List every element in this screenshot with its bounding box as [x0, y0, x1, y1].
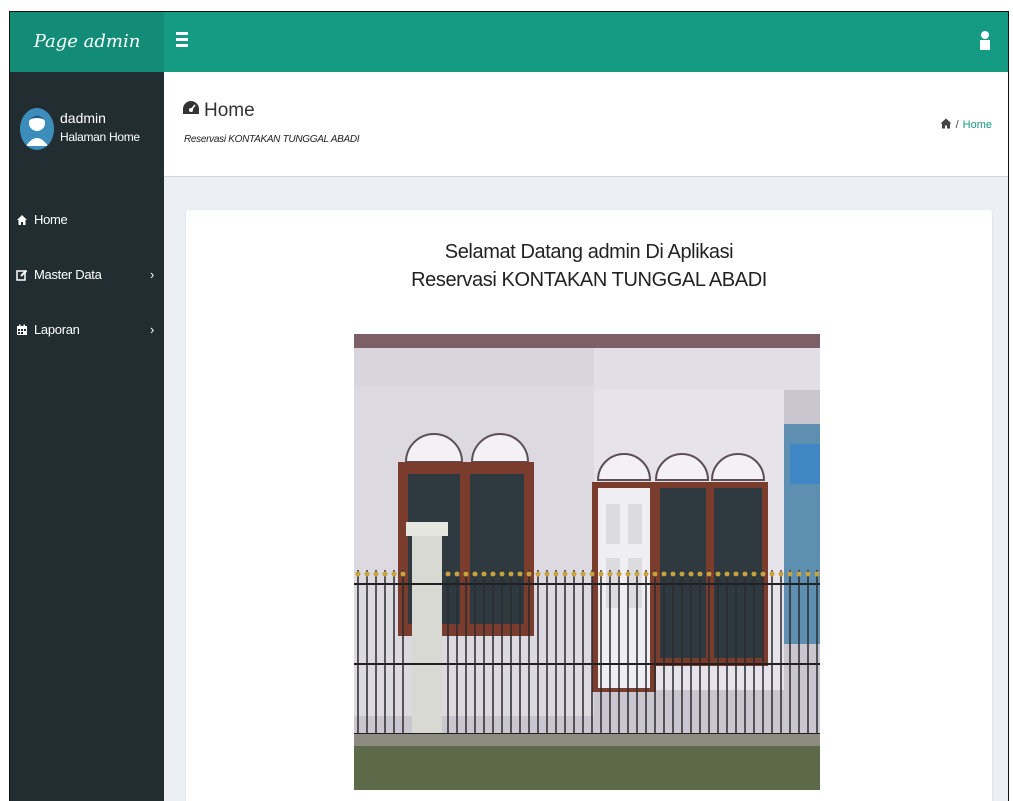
house-photo: [354, 334, 820, 790]
page-subtitle: Reservasi KONTAKAN TUNGGAL ABADI: [184, 134, 360, 145]
chevron-right-icon: ›: [149, 322, 154, 337]
user-subtitle: Halaman Home: [60, 130, 140, 144]
user-name: dadmin: [60, 110, 106, 126]
dashboard-icon: [182, 100, 200, 122]
home-icon: [16, 214, 28, 226]
user-panel: dadmin Halaman Home: [10, 72, 164, 172]
edit-icon: [16, 269, 28, 281]
breadcrumb: / Home: [940, 118, 992, 132]
sidebar-item-home[interactable]: Home: [10, 212, 164, 267]
avatar-icon: [20, 108, 54, 150]
breadcrumb-current[interactable]: Home: [963, 119, 992, 131]
page-title: Home: [182, 100, 255, 122]
home-icon[interactable]: [940, 118, 952, 132]
sidebar-item-master-data[interactable]: Master Data ›: [10, 267, 164, 322]
breadcrumb-separator: /: [955, 119, 959, 131]
welcome-box: Selamat Datang admin Di Aplikasi Reserva…: [186, 210, 992, 801]
sidebar-item-laporan[interactable]: Laporan ›: [10, 322, 164, 377]
calendar-icon: [16, 324, 28, 336]
sidebar: dadmin Halaman Home Home Master Data › L…: [10, 72, 164, 801]
sidebar-item-label: Home: [34, 212, 68, 227]
hamburger-icon[interactable]: [176, 32, 188, 48]
sidebar-item-label: Laporan: [34, 322, 80, 337]
app-logo[interactable]: Page admin: [10, 12, 164, 72]
content-header: Home Reservasi KONTAKAN TUNGGAL ABADI / …: [164, 72, 1008, 177]
sidebar-item-label: Master Data: [34, 267, 102, 282]
welcome-message: Selamat Datang admin Di Aplikasi Reserva…: [186, 238, 992, 294]
welcome-line-2: Reservasi KONTAKAN TUNGGAL ABADI: [411, 269, 767, 291]
user-icon[interactable]: [978, 30, 992, 52]
page-title-text: Home: [204, 100, 255, 121]
top-navbar: Page admin: [10, 12, 1008, 72]
sidebar-menu: Home Master Data › Laporan ›: [10, 212, 164, 377]
chevron-right-icon: ›: [149, 267, 154, 282]
welcome-line-1: Selamat Datang admin Di Aplikasi: [444, 241, 734, 263]
app-frame: Page admin dadmin Halaman Home Home Mast…: [10, 12, 1008, 801]
